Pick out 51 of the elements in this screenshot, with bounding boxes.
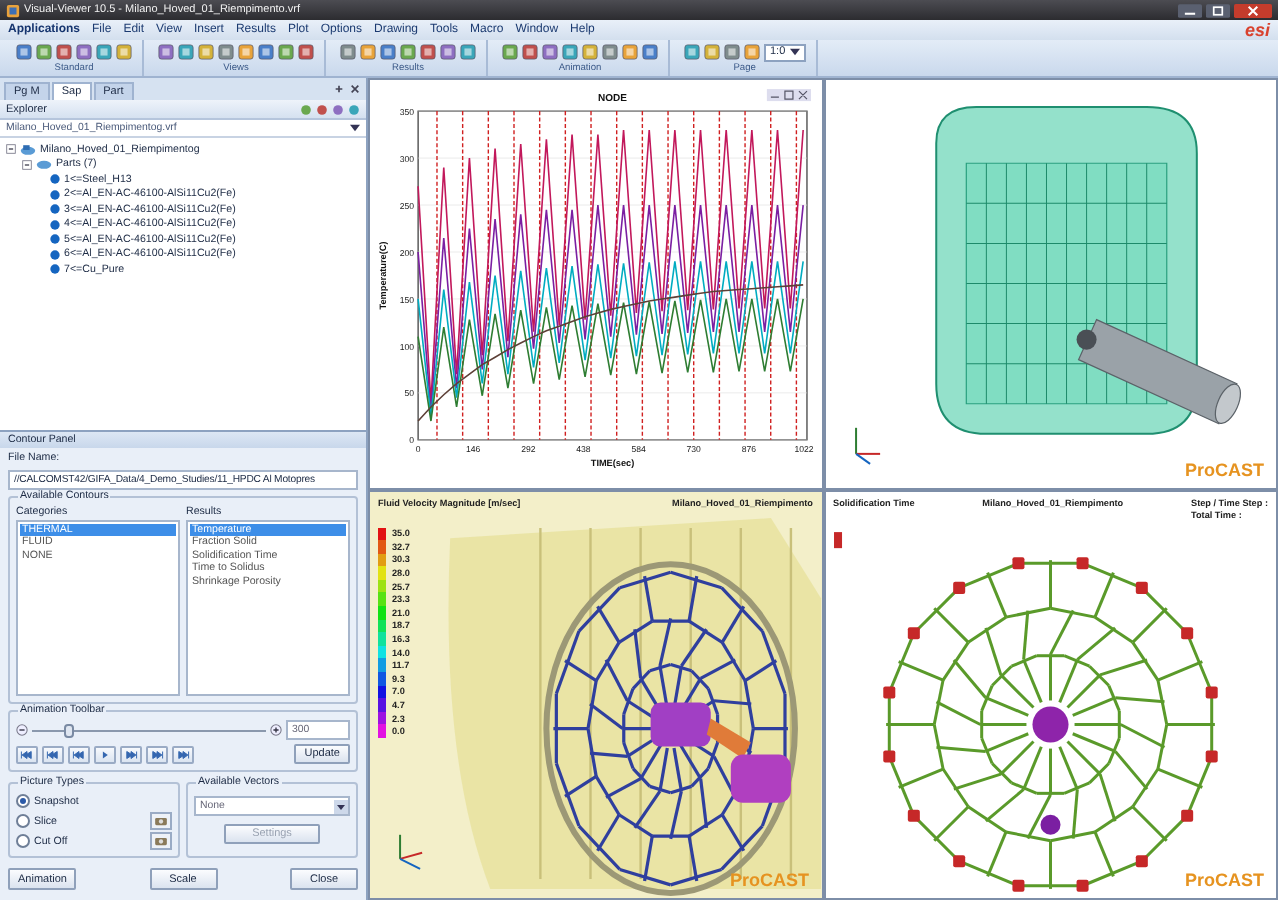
expander-icon[interactable] — [22, 159, 32, 169]
legend-swatch — [833, 531, 842, 548]
part-dot-icon — [50, 234, 60, 244]
caret-icon — [789, 48, 800, 56]
part-dot-icon — [50, 264, 60, 274]
brand-label: ProCAST — [1184, 870, 1264, 890]
part-dot-icon — [50, 204, 60, 214]
logo: esi — [1244, 21, 1270, 39]
app-icon — [6, 3, 20, 17]
playback-icon — [124, 749, 138, 759]
playback-button[interactable] — [68, 745, 90, 763]
expander-icon[interactable] — [6, 144, 16, 154]
playback-button[interactable] — [146, 745, 168, 763]
slider-thumb[interactable] — [63, 723, 74, 737]
playback-icon — [150, 749, 164, 759]
playback-button[interactable] — [120, 745, 142, 763]
axis-triad-icon — [399, 832, 424, 869]
parts-icon — [36, 158, 52, 170]
playback-icon — [72, 749, 86, 759]
model-icon — [20, 143, 36, 155]
brand-label: ProCAST — [1184, 459, 1264, 479]
brand-label: ProCAST — [729, 870, 809, 890]
caret-icon — [350, 124, 360, 132]
caret-icon — [334, 799, 348, 813]
radio-button[interactable] — [16, 814, 30, 828]
radio-button[interactable] — [16, 794, 30, 808]
playback-icon — [20, 749, 34, 759]
part-dot-icon — [50, 249, 60, 259]
playback-button[interactable] — [42, 745, 64, 763]
radio-button[interactable] — [16, 834, 30, 848]
playback-icon — [98, 749, 112, 759]
axis-triad-icon — [854, 426, 881, 465]
playback-icon — [46, 749, 60, 759]
picture-button[interactable] — [150, 832, 172, 850]
playback-button[interactable] — [94, 745, 116, 763]
minus-icon[interactable] — [16, 724, 28, 736]
close-icon[interactable] — [350, 84, 360, 94]
camera-icon — [154, 816, 168, 826]
picture-button[interactable] — [150, 812, 172, 830]
window-controls-icon[interactable] — [766, 89, 811, 102]
plus-icon[interactable] — [270, 724, 282, 736]
part-dot-icon — [50, 189, 60, 199]
camera-icon — [154, 836, 168, 846]
part-dot-icon — [50, 174, 60, 184]
close-icon[interactable] — [1234, 3, 1272, 17]
playback-icon — [176, 749, 190, 759]
playback-button[interactable] — [16, 745, 38, 763]
maximize-icon[interactable] — [1206, 3, 1230, 17]
minimize-icon[interactable] — [1178, 3, 1202, 17]
part-dot-icon — [50, 219, 60, 229]
playback-button[interactable] — [172, 745, 194, 763]
